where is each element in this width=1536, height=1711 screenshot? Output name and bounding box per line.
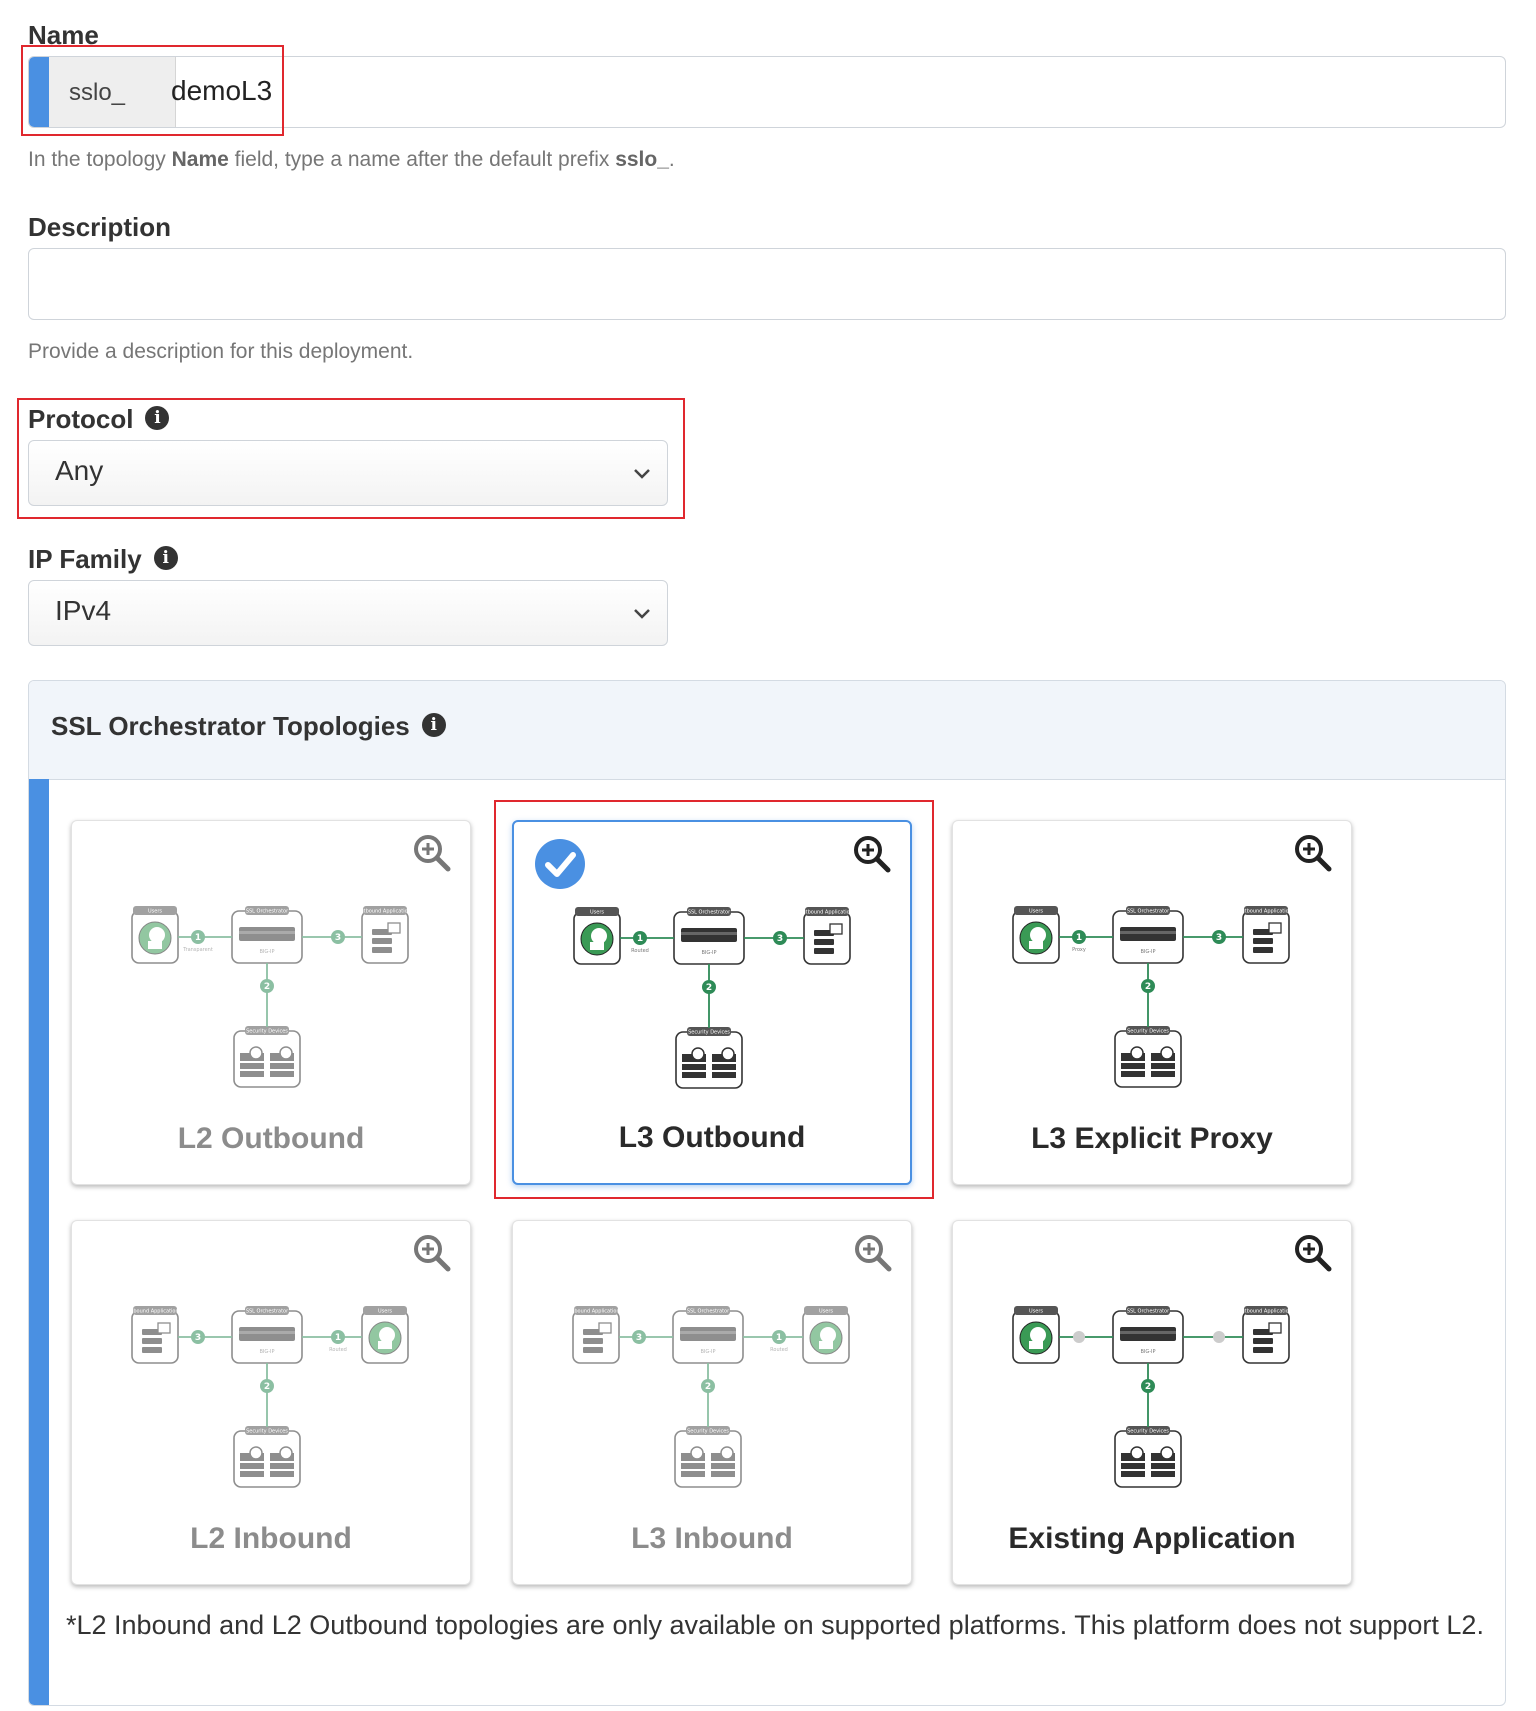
- topology-name: L3 Inbound: [631, 1522, 793, 1555]
- topology-tile-existing-application[interactable]: Users Outbound Applications SSL Orchestrat…: [952, 1220, 1352, 1585]
- svg-text:2: 2: [264, 1382, 270, 1392]
- topology-tile-l3-outbound[interactable]: Users Outbound Applications SSL Orchestrat…: [512, 820, 912, 1185]
- svg-text:3: 3: [195, 1333, 201, 1343]
- svg-text:1: 1: [637, 934, 643, 944]
- svg-text:3: 3: [1216, 933, 1222, 943]
- svg-text:2: 2: [1145, 1382, 1151, 1392]
- svg-text:BIG-IP: BIG-IP: [1140, 1349, 1155, 1355]
- description-input[interactable]: [28, 248, 1506, 320]
- name-highlight-box: [21, 45, 284, 136]
- topology-diagram: Users Outbound Applications SSL Orchestrat…: [1012, 1306, 1295, 1488]
- svg-text:BIG-IP: BIG-IP: [1140, 949, 1155, 955]
- svg-text:2: 2: [706, 983, 712, 993]
- svg-text:Inbound Applications: Inbound Applications: [570, 1309, 623, 1315]
- zoom-in-icon[interactable]: [412, 833, 452, 878]
- topologies-title: SSL Orchestrator Topologies i: [51, 711, 446, 742]
- zoom-in-icon[interactable]: [853, 1233, 893, 1278]
- description-label: Description: [28, 212, 172, 242]
- topology-name: Existing Application: [1008, 1522, 1296, 1555]
- svg-text:SSL Orchestrator: SSL Orchestrator: [246, 909, 289, 915]
- topology-tile-l3-explicit-proxy[interactable]: Users Outbound Applications SSL Orchestrat…: [952, 820, 1352, 1185]
- svg-text:BIG-IP: BIG-IP: [259, 1349, 274, 1355]
- svg-text:SSL Orchestrator: SSL Orchestrator: [687, 1309, 730, 1315]
- topology-diagram: Users Outbound Applications SSL Orchestrat…: [131, 906, 414, 1088]
- svg-text:Transparent: Transparent: [182, 947, 213, 953]
- svg-text:Outbound Applications: Outbound Applications: [1238, 1309, 1295, 1315]
- topology-diagram: Inbound Applications Users SSL Orchestrato…: [129, 1306, 409, 1488]
- topology-name: L3 Explicit Proxy: [1031, 1122, 1273, 1155]
- svg-text:SSL Orchestrator: SSL Orchestrator: [688, 910, 731, 916]
- svg-text:Security Devices: Security Devices: [1127, 1029, 1169, 1035]
- protocol-highlight-box: [17, 398, 685, 519]
- info-icon[interactable]: i: [421, 713, 446, 738]
- topology-name: L2 Inbound: [190, 1522, 352, 1555]
- topology-tile-l3-inbound[interactable]: Inbound Applications Users SSL Orchestrato…: [512, 1220, 912, 1585]
- svg-text:Security Devices: Security Devices: [1127, 1429, 1169, 1435]
- svg-text:Proxy: Proxy: [1072, 947, 1086, 953]
- ip-family-select[interactable]: IPv4: [28, 580, 668, 646]
- svg-text:Outbound Applications: Outbound Applications: [357, 909, 414, 915]
- info-icon[interactable]: i: [153, 546, 178, 571]
- svg-text:3: 3: [777, 934, 783, 944]
- svg-text:Security Devices: Security Devices: [246, 1429, 288, 1435]
- svg-text:2: 2: [705, 1382, 711, 1392]
- topology-diagram: Users Outbound Applications SSL Orchestrat…: [1012, 906, 1295, 1088]
- topology-name: L2 Outbound: [177, 1122, 365, 1155]
- svg-text:2: 2: [1145, 982, 1151, 992]
- topologies-header: SSL Orchestrator Topologies i: [29, 681, 1505, 780]
- topologies-accent-bar: [29, 779, 49, 1705]
- svg-text:Security Devices: Security Devices: [246, 1029, 288, 1035]
- svg-text:Security Devices: Security Devices: [688, 1030, 730, 1036]
- svg-text:BIG-IP: BIG-IP: [259, 949, 274, 955]
- svg-text:1: 1: [776, 1333, 782, 1343]
- svg-text:Inbound Applications: Inbound Applications: [129, 1309, 182, 1315]
- svg-text:Users: Users: [1029, 909, 1043, 915]
- zoom-in-icon[interactable]: [412, 1233, 452, 1278]
- ip-family-value: IPv4: [55, 595, 112, 626]
- topology-name: L3 Outbound: [618, 1121, 806, 1154]
- svg-text:3: 3: [335, 933, 341, 943]
- name-help-text: In the topology Name field, type a name …: [28, 148, 675, 171]
- svg-text:2: 2: [264, 982, 270, 992]
- topology-tile-l2-outbound[interactable]: Users Outbound Applications SSL Orchestrat…: [71, 820, 471, 1185]
- svg-text:Security Devices: Security Devices: [687, 1429, 729, 1435]
- svg-text:3: 3: [636, 1333, 642, 1343]
- svg-text:SSL Orchestrator: SSL Orchestrator: [1127, 1309, 1170, 1315]
- svg-text:Users: Users: [590, 910, 604, 916]
- svg-text:Routed: Routed: [770, 1347, 788, 1353]
- checkmark-icon: [534, 838, 586, 895]
- svg-text:Routed: Routed: [329, 1347, 347, 1353]
- svg-text:1: 1: [195, 933, 201, 943]
- svg-text:Users: Users: [819, 1309, 833, 1315]
- svg-text:BIG-IP: BIG-IP: [700, 1349, 715, 1355]
- svg-text:1: 1: [1076, 933, 1082, 943]
- zoom-in-icon[interactable]: [852, 834, 892, 879]
- description-help-text: Provide a description for this deploymen…: [28, 340, 414, 363]
- ip-family-label: IP Family i: [28, 544, 178, 575]
- svg-text:1: 1: [335, 1333, 341, 1343]
- svg-text:Users: Users: [148, 909, 162, 915]
- svg-text:Outbound Applications: Outbound Applications: [799, 910, 856, 916]
- topologies-note: *L2 Inbound and L2 Outbound topologies a…: [66, 1610, 1484, 1640]
- topology-diagram: Inbound Applications Users SSL Orchestrato…: [570, 1306, 850, 1488]
- chevron-down-icon: [634, 609, 650, 619]
- zoom-in-icon[interactable]: [1293, 833, 1333, 878]
- svg-text:SSL Orchestrator: SSL Orchestrator: [1127, 909, 1170, 915]
- svg-text:Users: Users: [378, 1309, 392, 1315]
- zoom-in-icon[interactable]: [1293, 1233, 1333, 1278]
- topology-tile-l2-inbound[interactable]: Inbound Applications Users SSL Orchestrato…: [71, 1220, 471, 1585]
- topology-diagram: Users Outbound Applications SSL Orchestrat…: [573, 907, 856, 1089]
- svg-text:Outbound Applications: Outbound Applications: [1238, 909, 1295, 915]
- svg-text:Routed: Routed: [631, 948, 649, 954]
- svg-text:Users: Users: [1029, 1309, 1043, 1315]
- svg-text:BIG-IP: BIG-IP: [701, 950, 716, 956]
- svg-text:SSL Orchestrator: SSL Orchestrator: [246, 1309, 289, 1315]
